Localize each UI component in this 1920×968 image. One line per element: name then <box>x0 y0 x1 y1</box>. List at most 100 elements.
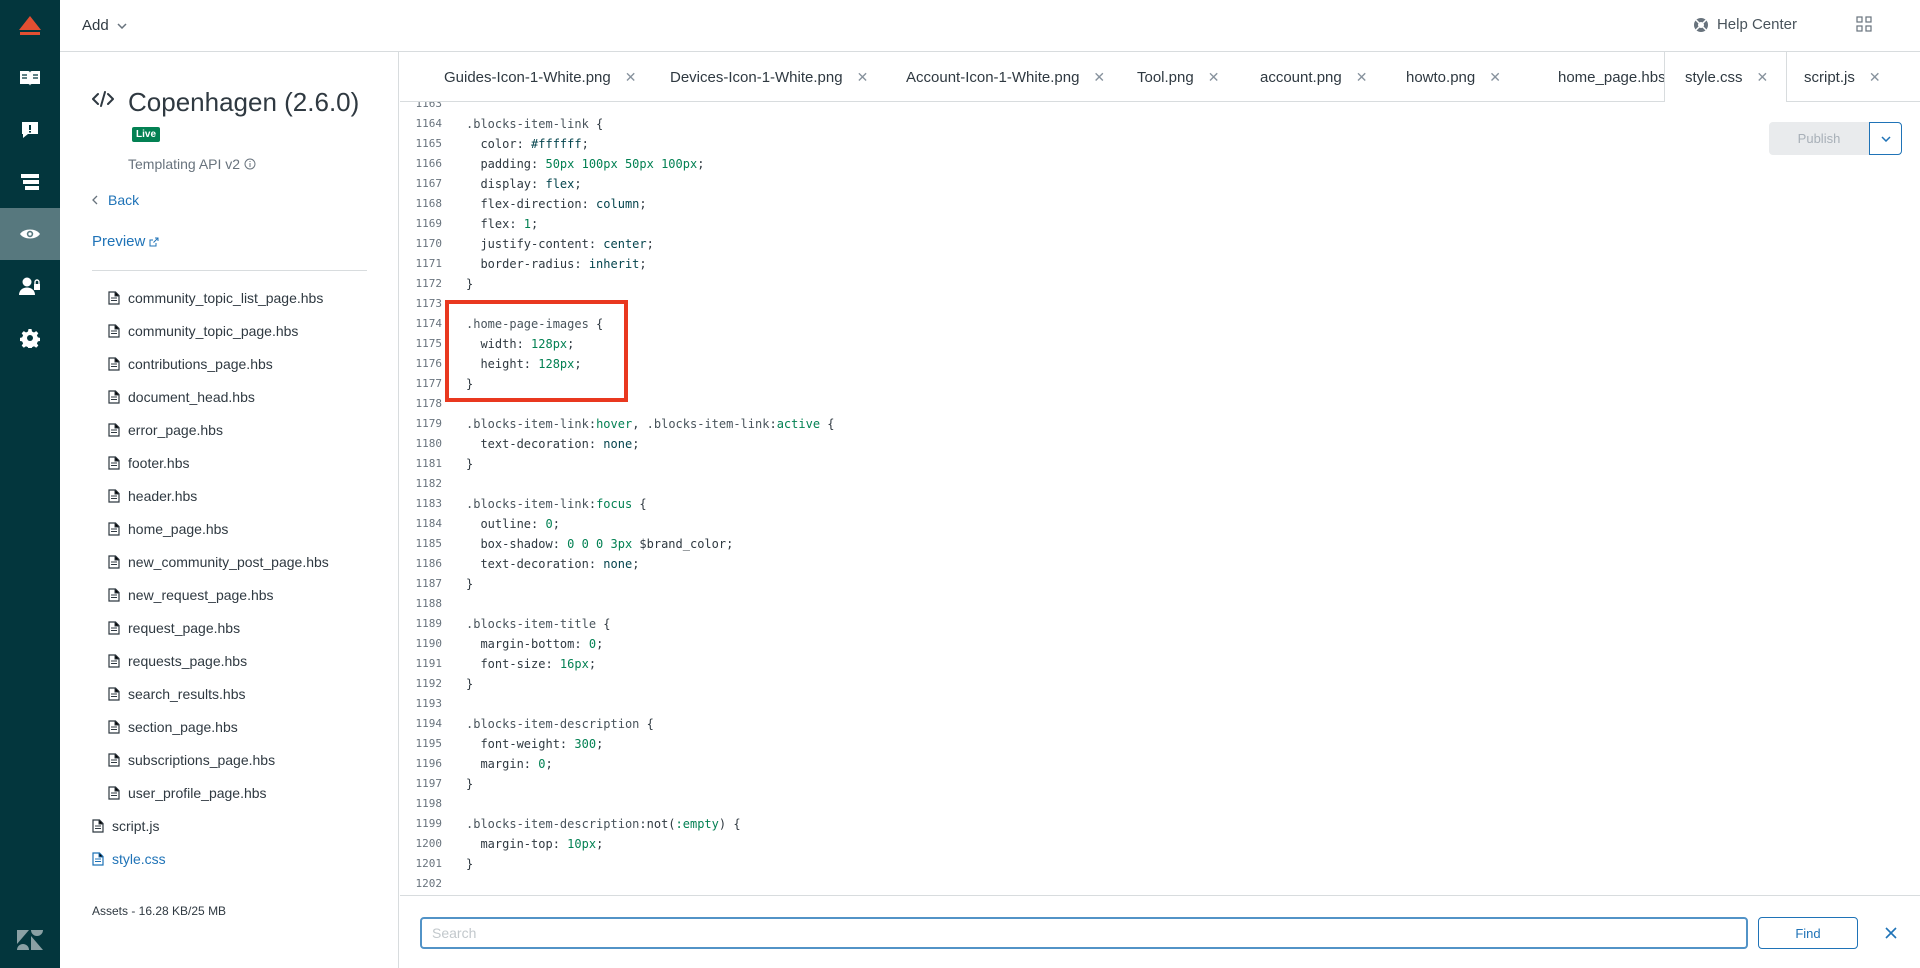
file-item[interactable]: script.js <box>92 809 367 842</box>
line-number: 1167 <box>415 177 443 190</box>
close-tab-icon[interactable]: ✕ <box>857 69 869 86</box>
code-token: : <box>769 417 777 431</box>
line-number: 1196 <box>415 757 443 770</box>
line-source: width: 128px; <box>466 334 574 354</box>
close-tab-icon[interactable]: ✕ <box>1093 69 1105 86</box>
file-item[interactable]: community_topic_list_page.hbs <box>92 281 367 314</box>
file-item[interactable]: section_page.hbs <box>92 710 367 743</box>
info-icon[interactable] <box>244 158 256 170</box>
tab-guides-icon-1-white-png[interactable]: Guides-Icon-1-White.png ✕ <box>444 52 636 102</box>
file-item[interactable]: community_topic_page.hbs <box>92 314 367 347</box>
code-token: ; <box>632 437 640 451</box>
file-item[interactable]: request_page.hbs <box>92 611 367 644</box>
line-number: 1164 <box>415 117 443 130</box>
close-tab-icon[interactable]: ✕ <box>625 69 637 86</box>
line-source: margin: 0; <box>466 754 553 774</box>
code-token: ; <box>697 157 705 171</box>
line-number: 1183 <box>415 497 443 510</box>
file-item[interactable]: footer.hbs <box>92 446 367 479</box>
line-number: 1191 <box>415 657 443 670</box>
publish-group: Publish <box>1769 122 1902 155</box>
file-icon <box>108 554 120 569</box>
close-tab-icon[interactable]: ✕ <box>1356 69 1368 86</box>
file-item[interactable]: style.css <box>92 842 367 875</box>
tab-tool-png[interactable]: Tool.png ✕ <box>1137 52 1219 102</box>
zendesk-logo-icon[interactable] <box>0 920 60 960</box>
customize-design-icon[interactable] <box>0 208 60 260</box>
guide-home-icon[interactable] <box>0 52 60 104</box>
tab-account-png[interactable]: account.png ✕ <box>1260 52 1367 102</box>
code-token: font-size: <box>466 657 560 671</box>
publish-button[interactable]: Publish <box>1769 122 1869 155</box>
file-item[interactable]: requests_page.hbs <box>92 644 367 677</box>
close-icon[interactable] <box>1878 920 1904 946</box>
file-item[interactable]: header.hbs <box>92 479 367 512</box>
tab-label: Tool.png <box>1137 68 1194 86</box>
file-item[interactable]: user_profile_page.hbs <box>92 776 367 809</box>
file-item[interactable]: subscriptions_page.hbs <box>92 743 367 776</box>
close-tab-icon[interactable]: ✕ <box>1208 69 1220 86</box>
code-line: 1202 <box>400 874 1920 894</box>
external-link-icon <box>149 237 159 246</box>
code-token: text-decoration: <box>466 557 604 571</box>
code-line: 1196 margin: 0; <box>400 754 1920 774</box>
code-line: 1177} <box>400 374 1920 394</box>
code-token: inherit <box>588 257 640 271</box>
code-token: } <box>466 857 474 871</box>
line-source: } <box>466 574 473 594</box>
code-token: ; <box>545 757 553 771</box>
code-token: border-radius: <box>466 257 589 271</box>
tab-account-icon-1-white-png[interactable]: Account-Icon-1-White.png ✕ <box>906 52 1105 102</box>
line-source: .blocks-item-description:not(:empty) { <box>466 814 741 834</box>
tab-script-js[interactable]: script.js ✕ <box>1804 52 1881 102</box>
code-line: 1200 margin-top: 10px; <box>400 834 1920 854</box>
code-token: ; <box>639 197 647 211</box>
settings-icon[interactable] <box>0 312 60 364</box>
line-number: 1194 <box>415 717 443 730</box>
close-tab-icon[interactable]: ✕ <box>1489 69 1501 86</box>
line-source: text-decoration: none; <box>466 554 639 574</box>
code-line: 1191 font-size: 16px; <box>400 654 1920 674</box>
tab-howto-png[interactable]: howto.png ✕ <box>1406 52 1501 102</box>
line-source: .blocks-item-title { <box>466 614 611 634</box>
user-permissions-icon[interactable] <box>0 260 60 312</box>
publish-options-button[interactable] <box>1869 122 1902 155</box>
arrange-content-icon[interactable] <box>0 156 60 208</box>
line-number: 1190 <box>415 637 443 650</box>
line-source: .home-page-images { <box>466 314 603 334</box>
theme-name: Copenhagen (2.6.0) <box>128 87 360 117</box>
guide-logo-icon[interactable] <box>0 0 60 52</box>
file-item[interactable]: new_community_post_page.hbs <box>92 545 367 578</box>
line-number: 1179 <box>415 417 443 430</box>
code-line: 1182 <box>400 474 1920 494</box>
code-token: ; <box>596 737 604 751</box>
file-item[interactable]: error_page.hbs <box>92 413 367 446</box>
line-number: 1182 <box>415 477 443 490</box>
tab-devices-icon-1-white-png[interactable]: Devices-Icon-1-White.png ✕ <box>670 52 868 102</box>
code-token: ; <box>588 657 597 671</box>
preview-link[interactable]: Preview <box>92 233 159 250</box>
code-line: 1201} <box>400 854 1920 874</box>
file-icon <box>108 521 120 536</box>
help-center-link[interactable]: Help Center <box>1693 16 1797 33</box>
file-item[interactable]: new_request_page.hbs <box>92 578 367 611</box>
apps-grid-icon[interactable] <box>1856 16 1876 36</box>
file-item[interactable]: contributions_page.hbs <box>92 347 367 380</box>
search-input[interactable] <box>420 917 1748 949</box>
code-token: ; <box>596 637 604 651</box>
back-link[interactable]: Back <box>92 192 139 208</box>
file-item[interactable]: home_page.hbs <box>92 512 367 545</box>
code-token: 0 <box>588 637 597 651</box>
code-token: ; <box>639 257 647 271</box>
line-number: 1175 <box>415 337 443 350</box>
find-button[interactable]: Find <box>1758 917 1858 949</box>
line-source: border-radius: inherit; <box>466 254 647 274</box>
close-tab-icon[interactable]: ✕ <box>1757 69 1769 86</box>
tab-style-css[interactable]: style.css ✕ <box>1664 52 1788 103</box>
file-item[interactable]: document_head.hbs <box>92 380 367 413</box>
code-editor[interactable]: 1163 1164 .blocks-item-link {1165 color: #… <box>400 102 1920 895</box>
file-item[interactable]: search_results.hbs <box>92 677 367 710</box>
community-icon[interactable] <box>0 104 60 156</box>
add-menu-button[interactable]: Add <box>82 17 127 34</box>
close-tab-icon[interactable]: ✕ <box>1869 69 1881 86</box>
